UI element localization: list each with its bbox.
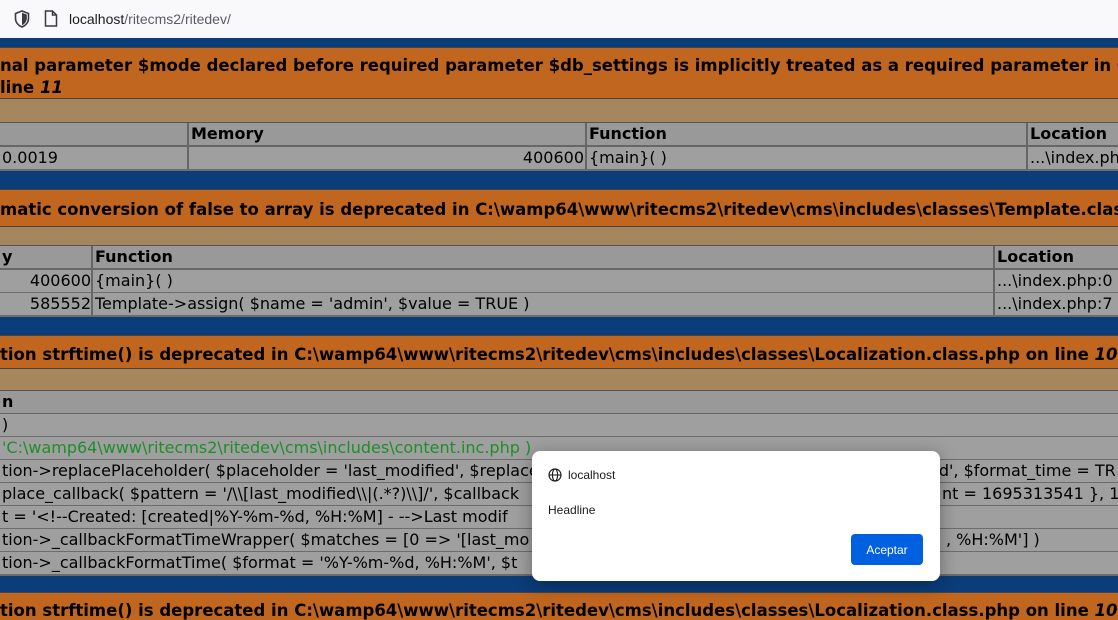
call-stack-header [0,227,1118,246]
function-cell: Template->assign( $name = 'admin', $valu… [91,293,995,315]
location-cell: ...\index.php:0 [993,270,1118,292]
location-cell: ...\index.php [1026,147,1118,169]
table-row: ) [0,414,1118,438]
alert-dialog: localhost Headline Aceptar [532,451,940,581]
separator-bar [0,171,1118,189]
globe-icon [548,468,562,482]
error-text: matic conversion of false to array is de… [0,200,1118,219]
memory-cell: 400600 [29,271,91,290]
page-icon[interactable] [44,10,58,27]
memory-cell: 400600 [187,147,586,169]
call-stack-header [0,369,1118,391]
url-host: localhost [69,11,125,27]
line-number: 11 [40,78,63,97]
header-function: n [2,392,14,411]
error-text: tion strftime() is deprecated in C:\wamp… [0,345,1089,364]
table-row: 400600 {main}( ) ...\index.php:0 [0,270,1118,294]
function-cell: {main}( ) [585,147,1027,169]
table-header-row: n [0,391,1118,415]
location-cell: ...\index.php:7 [993,293,1118,315]
dialog-message: Headline [548,503,596,517]
table-header-row: y Function Location [0,246,1118,270]
header-function: Function [91,246,995,268]
error-text: nal parameter $mode declared before requ… [0,56,1118,75]
header-memory: y [2,247,13,266]
error-text: tion strftime() is deprecated in C:\wamp… [0,601,1089,620]
call-stack-header [0,99,1118,123]
shield-icon[interactable] [14,10,30,28]
separator-bar [0,38,1118,47]
dialog-origin: localhost [568,468,616,482]
time-cell: 0.0019 [2,148,58,167]
table-header-row: Memory Function Location [0,123,1118,147]
url-text[interactable]: localhost/ritecms2/ritedev/ [69,11,231,27]
line-number: 10 [1094,345,1118,364]
header-cell [0,123,189,145]
header-memory: Memory [187,123,586,145]
error-message-3: tion strftime() is deprecated in C:\wamp… [0,335,1118,369]
header-location: Location [993,246,1118,268]
error-message-4: tion strftime() is deprecated in C:\wamp… [0,592,1118,620]
accept-button[interactable]: Aceptar [851,534,923,565]
table-row: 0.0019 400600 {main}( ) ...\index.php [0,147,1118,171]
header-function: Function [585,123,1027,145]
separator-bar [0,317,1118,335]
function-cell: ) [2,415,9,434]
error-message-2: matic conversion of false to array is de… [0,189,1118,227]
memory-cell: 585552 [29,294,91,313]
function-cell-tail: nt = 1695313541 }, 1 [942,484,1118,503]
table-row: 585552 Template->assign( $name = 'admin'… [0,293,1118,317]
function-cell-tail: , %H:%M'] ) [946,530,1040,549]
function-cell-tail: ed', $format_time = TR [929,461,1116,480]
line-number: 10 [1094,601,1118,620]
function-cell: {main}( ) [91,270,995,292]
header-location: Location [1026,123,1118,145]
address-bar[interactable]: localhost/ritecms2/ritedev/ [0,0,1118,39]
url-path: /ritecms2/ritedev/ [124,11,231,27]
line-label: line [0,78,35,97]
error-message-1: nal parameter $mode declared before requ… [0,47,1118,99]
